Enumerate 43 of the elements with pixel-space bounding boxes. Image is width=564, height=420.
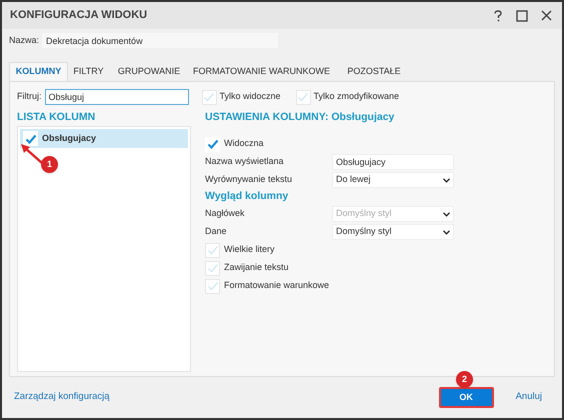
dropdown[interactable]: Do lewej: [332, 172, 454, 188]
maximize-icon[interactable]: [514, 8, 530, 24]
window-title: KONFIGURACJA WIDOKU: [10, 8, 148, 24]
filter-field[interactable]: Obsługuj: [44, 89, 188, 105]
section-heading: Wygląd kolumny: [205, 189, 290, 204]
cancel-link[interactable]: Anuluj: [516, 390, 542, 405]
checkbox-label: Zawijanie tekstu: [224, 261, 289, 274]
checkbox[interactable]: [205, 278, 220, 294]
tab[interactable]: POZOSTAŁE: [334, 62, 414, 81]
field-label: Nagłówek: [205, 207, 246, 220]
tab[interactable]: FORMATOWANIE WARUNKOWE: [189, 62, 334, 81]
ok-button[interactable]: OK: [438, 387, 494, 408]
field-label: Nazwa:: [9, 34, 40, 47]
checkbox-label: Tylko zmodyfikowane: [314, 90, 400, 104]
list-item[interactable]: Obsługujacy: [20, 129, 188, 148]
chevron-down-icon: [443, 230, 450, 234]
field-label: Filtruj:: [17, 90, 42, 104]
checkbox-label: Tylko widoczne: [220, 90, 281, 104]
checkbox-label: Widoczna: [224, 137, 264, 150]
checkbox[interactable]: [205, 242, 220, 258]
tab[interactable]: GRUPOWANIE: [109, 62, 189, 81]
checkbox[interactable]: [296, 90, 311, 104]
dropdown[interactable]: Domyślny styl: [332, 224, 454, 240]
chevron-down-icon: [443, 212, 450, 216]
tab[interactable]: FILTRY: [68, 62, 109, 81]
checkbox[interactable]: [23, 131, 38, 146]
item-label: Obsługujacy: [42, 132, 96, 145]
arrow: [18, 143, 44, 165]
section-title: USTAWIENIA KOLUMNY: Obsługujacy: [205, 111, 396, 124]
checkbox-label: Formatowanie warunkowe: [224, 279, 330, 292]
field-label: Wyrównywanie tekstu: [205, 173, 293, 186]
section-title: LISTA KOLUMN: [17, 111, 96, 124]
tab[interactable]: KOLUMNY: [9, 62, 68, 81]
checkbox[interactable]: [205, 260, 220, 276]
field-label: Nazwa wyświetlana: [205, 155, 285, 168]
text-field[interactable]: Obsługujacy: [332, 154, 454, 170]
checkbox[interactable]: [205, 136, 220, 152]
name-field[interactable]: Dekretacja dokumentów: [42, 33, 278, 48]
checkbox-label: Wielkie litery: [224, 243, 275, 256]
field-label: Dane: [205, 225, 228, 238]
manage-link[interactable]: Zarządzaj konfiguracją: [14, 390, 439, 405]
checkbox[interactable]: [202, 90, 216, 104]
chevron-down-icon: [443, 178, 450, 182]
